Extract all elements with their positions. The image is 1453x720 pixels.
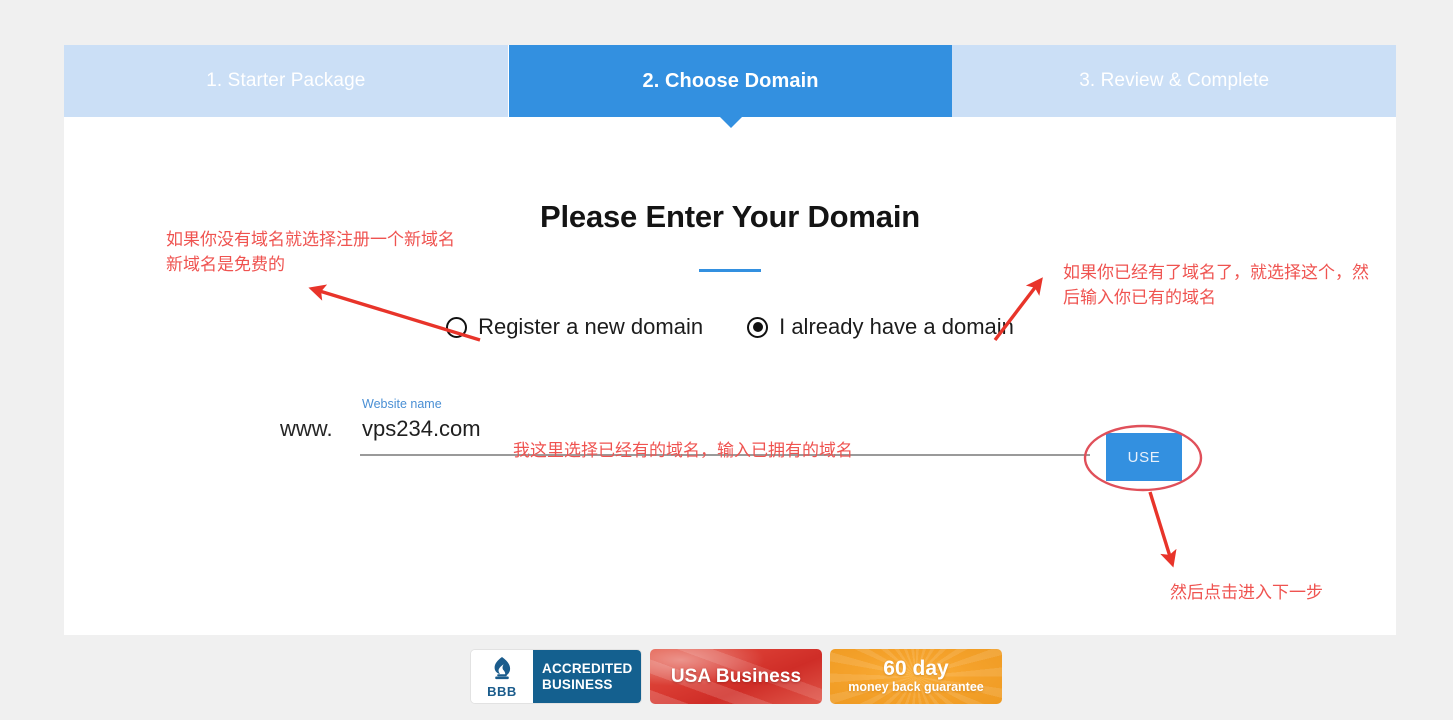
step-tab-label: 1. Starter Package (206, 70, 366, 91)
guarantee-headline: 60 day (883, 656, 949, 680)
bbb-wordmark: BBB (487, 683, 517, 699)
domain-form: Please Enter Your Domain Register a new … (64, 117, 1396, 468)
domain-option-group: Register a new domain I already have a d… (64, 314, 1396, 340)
title-underline-rule (699, 269, 761, 272)
step-tab-review-complete[interactable]: 3. Review & Complete (952, 45, 1397, 117)
domain-input-row: www. Website name (64, 388, 1396, 468)
bbb-torch-icon (494, 656, 511, 679)
website-name-floating-label: Website name (362, 397, 442, 411)
trust-badges: BBB ACCREDITED BUSINESS USA Business 60 … (470, 649, 1002, 704)
radio-option-label: Register a new domain (478, 314, 704, 339)
guarantee-subline: money back guarantee (848, 680, 984, 695)
step-tab-label: 3. Review & Complete (1079, 70, 1270, 91)
bbb-logo: BBB (471, 650, 533, 703)
radio-option-label: I already have a domain (779, 314, 1014, 339)
badge-usa-business: USA Business (650, 649, 822, 704)
bbb-accredited-text: ACCREDITED BUSINESS (533, 650, 641, 703)
website-name-field-wrapper[interactable]: Website name (360, 388, 1090, 456)
page-title: Please Enter Your Domain (540, 199, 920, 234)
bbb-line-2: BUSINESS (542, 676, 613, 692)
badge-bbb-accredited-business: BBB ACCREDITED BUSINESS (470, 649, 642, 704)
radio-checked-icon[interactable] (747, 316, 769, 338)
radio-option-register-new-domain[interactable]: Register a new domain (446, 314, 703, 340)
radio-option-already-have-domain[interactable]: I already have a domain (747, 314, 1014, 340)
use-button[interactable]: USE (1106, 433, 1182, 481)
usa-business-label: USA Business (670, 665, 802, 687)
step-tab-starter-package[interactable]: 1. Starter Package (64, 45, 509, 117)
website-name-input[interactable] (362, 416, 602, 442)
signup-card: 1. Starter Package 2. Choose Domain 3. R… (64, 45, 1397, 635)
www-prefix-label: www. (280, 416, 333, 441)
bbb-line-1: ACCREDITED (542, 660, 633, 676)
badge-money-back-guarantee: 60 day money back guarantee (830, 649, 1002, 704)
step-progress-bar: 1. Starter Package 2. Choose Domain 3. R… (64, 45, 1397, 128)
step-tab-choose-domain[interactable]: 2. Choose Domain (508, 45, 953, 128)
step-tab-label: 2. Choose Domain (642, 69, 819, 92)
radio-unchecked-icon[interactable] (446, 316, 468, 338)
